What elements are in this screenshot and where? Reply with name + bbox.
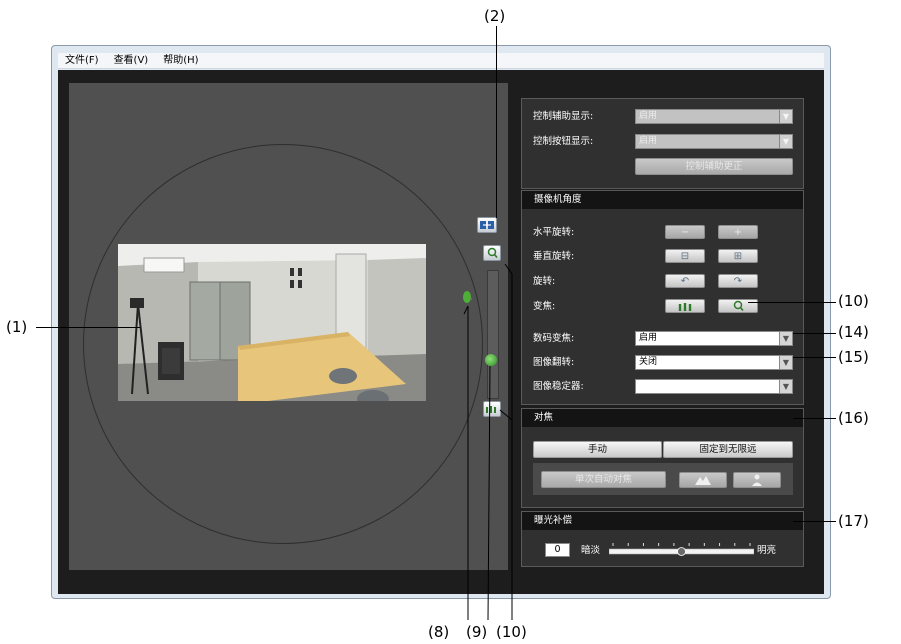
- exposure-value-field[interactable]: 0: [545, 543, 570, 557]
- callout-16: (16): [838, 409, 869, 427]
- rotate-left-icon: ↶: [680, 275, 690, 287]
- callout-15: (15): [838, 348, 869, 366]
- digital-zoom-label: 数码变焦:: [533, 333, 575, 344]
- callout-10-right: (10): [838, 292, 869, 310]
- camera-video-image[interactable]: [118, 244, 426, 401]
- rotate-right-icon: ↷: [733, 275, 743, 287]
- zoom-in-icon: [733, 300, 744, 312]
- exposure-slider-graphic: [608, 543, 755, 556]
- minus-box-icon: ⊟: [680, 250, 690, 262]
- callout-15-line: [793, 357, 836, 358]
- control-assist-display-dropdown[interactable]: 启用 ▼: [635, 109, 793, 124]
- focus-manual-button[interactable]: 手动: [533, 441, 662, 458]
- exposure-dark-label: 暗淡: [581, 545, 601, 556]
- callout-bottom-lines: [463, 263, 513, 621]
- callout-9: (9): [466, 623, 488, 641]
- callout-1: (1): [6, 318, 28, 336]
- chevron-down-icon: ▼: [779, 110, 792, 123]
- zoom-wide-button[interactable]: [665, 299, 705, 313]
- callout-10-bottom: (10): [496, 623, 527, 641]
- view-switch-icon: [480, 221, 494, 229]
- menu-help[interactable]: 帮助(H): [163, 55, 198, 66]
- rotate-left-button[interactable]: ↶: [665, 274, 705, 288]
- chevron-down-icon: ▼: [779, 135, 792, 148]
- callout-10-right-line: [748, 302, 836, 303]
- callout-1-line: [36, 327, 140, 328]
- callout-17: (17): [838, 512, 869, 530]
- one-shot-af-button[interactable]: 单次自动对焦: [541, 471, 666, 488]
- exposure-slider[interactable]: [608, 542, 755, 558]
- pan-plus-button[interactable]: +: [718, 225, 758, 239]
- camera-scene-illustration: [118, 244, 426, 401]
- plus-icon: +: [733, 226, 743, 238]
- callout-14: (14): [838, 323, 869, 341]
- image-flip-value: 关闭: [639, 357, 658, 367]
- exposure-bright-label: 明亮: [757, 545, 777, 556]
- image-flip-dropdown[interactable]: 关闭 ▼: [635, 355, 793, 370]
- tilt-minus-button[interactable]: ⊟: [665, 249, 705, 263]
- tilt-plus-button[interactable]: ⊞: [718, 249, 758, 263]
- callout-14-line: [793, 333, 836, 334]
- control-assist-display-label: 控制辅助显示:: [533, 111, 594, 122]
- view-mode-toggle-button[interactable]: [477, 217, 497, 233]
- callout-17-line: [793, 521, 836, 522]
- callout-16-line: [793, 418, 836, 419]
- minus-icon: −: [680, 226, 690, 238]
- focus-far-button[interactable]: [679, 472, 727, 488]
- rotate-label: 旋转:: [533, 276, 556, 287]
- chevron-down-icon: ▼: [779, 380, 792, 393]
- digital-zoom-dropdown[interactable]: 启用 ▼: [635, 331, 793, 346]
- tilt-label: 垂直旋转:: [533, 251, 575, 262]
- control-assist-correct-button[interactable]: 控制辅助更正: [635, 158, 793, 175]
- stabilizer-label: 图像稳定器:: [533, 381, 584, 392]
- pan-minus-button[interactable]: −: [665, 225, 705, 239]
- chevron-down-icon: ▼: [779, 356, 792, 369]
- image-flip-label: 图像翻转:: [533, 357, 575, 368]
- menu-file[interactable]: 文件(F): [65, 55, 99, 66]
- camera-angle-panel: [521, 190, 804, 405]
- stabilizer-dropdown[interactable]: ▼: [635, 379, 793, 394]
- chevron-down-icon: ▼: [779, 332, 792, 345]
- exposure-header: 曝光补偿: [522, 512, 803, 530]
- menu-bar: 文件(F) 查看(V) 帮助(H): [58, 53, 824, 69]
- person-icon: [752, 474, 762, 486]
- focus-infinity-button[interactable]: 固定到无限远: [663, 441, 793, 458]
- camera-angle-header: 摄像机角度: [522, 191, 803, 209]
- callout-2: (2): [484, 7, 506, 25]
- exposure-slider-thumb[interactable]: [677, 547, 686, 556]
- trees-icon: [678, 303, 692, 311]
- callout-2-line: [496, 26, 497, 218]
- pan-label: 水平旋转:: [533, 227, 575, 238]
- focus-near-button[interactable]: [733, 472, 781, 488]
- plus-box-icon: ⊞: [733, 250, 743, 262]
- menu-view[interactable]: 查看(V): [114, 55, 149, 66]
- control-button-display-label: 控制按钮显示:: [533, 136, 594, 147]
- zoom-label: 变焦:: [533, 301, 556, 312]
- mountain-icon: [695, 476, 711, 485]
- rotate-right-button[interactable]: ↷: [718, 274, 758, 288]
- callout-8: (8): [428, 623, 450, 641]
- control-button-display-value: 启用: [639, 136, 658, 146]
- control-assist-display-value: 启用: [639, 111, 658, 121]
- digital-zoom-value: 启用: [639, 333, 658, 343]
- control-button-display-dropdown[interactable]: 启用 ▼: [635, 134, 793, 149]
- focus-header: 对焦: [522, 409, 803, 427]
